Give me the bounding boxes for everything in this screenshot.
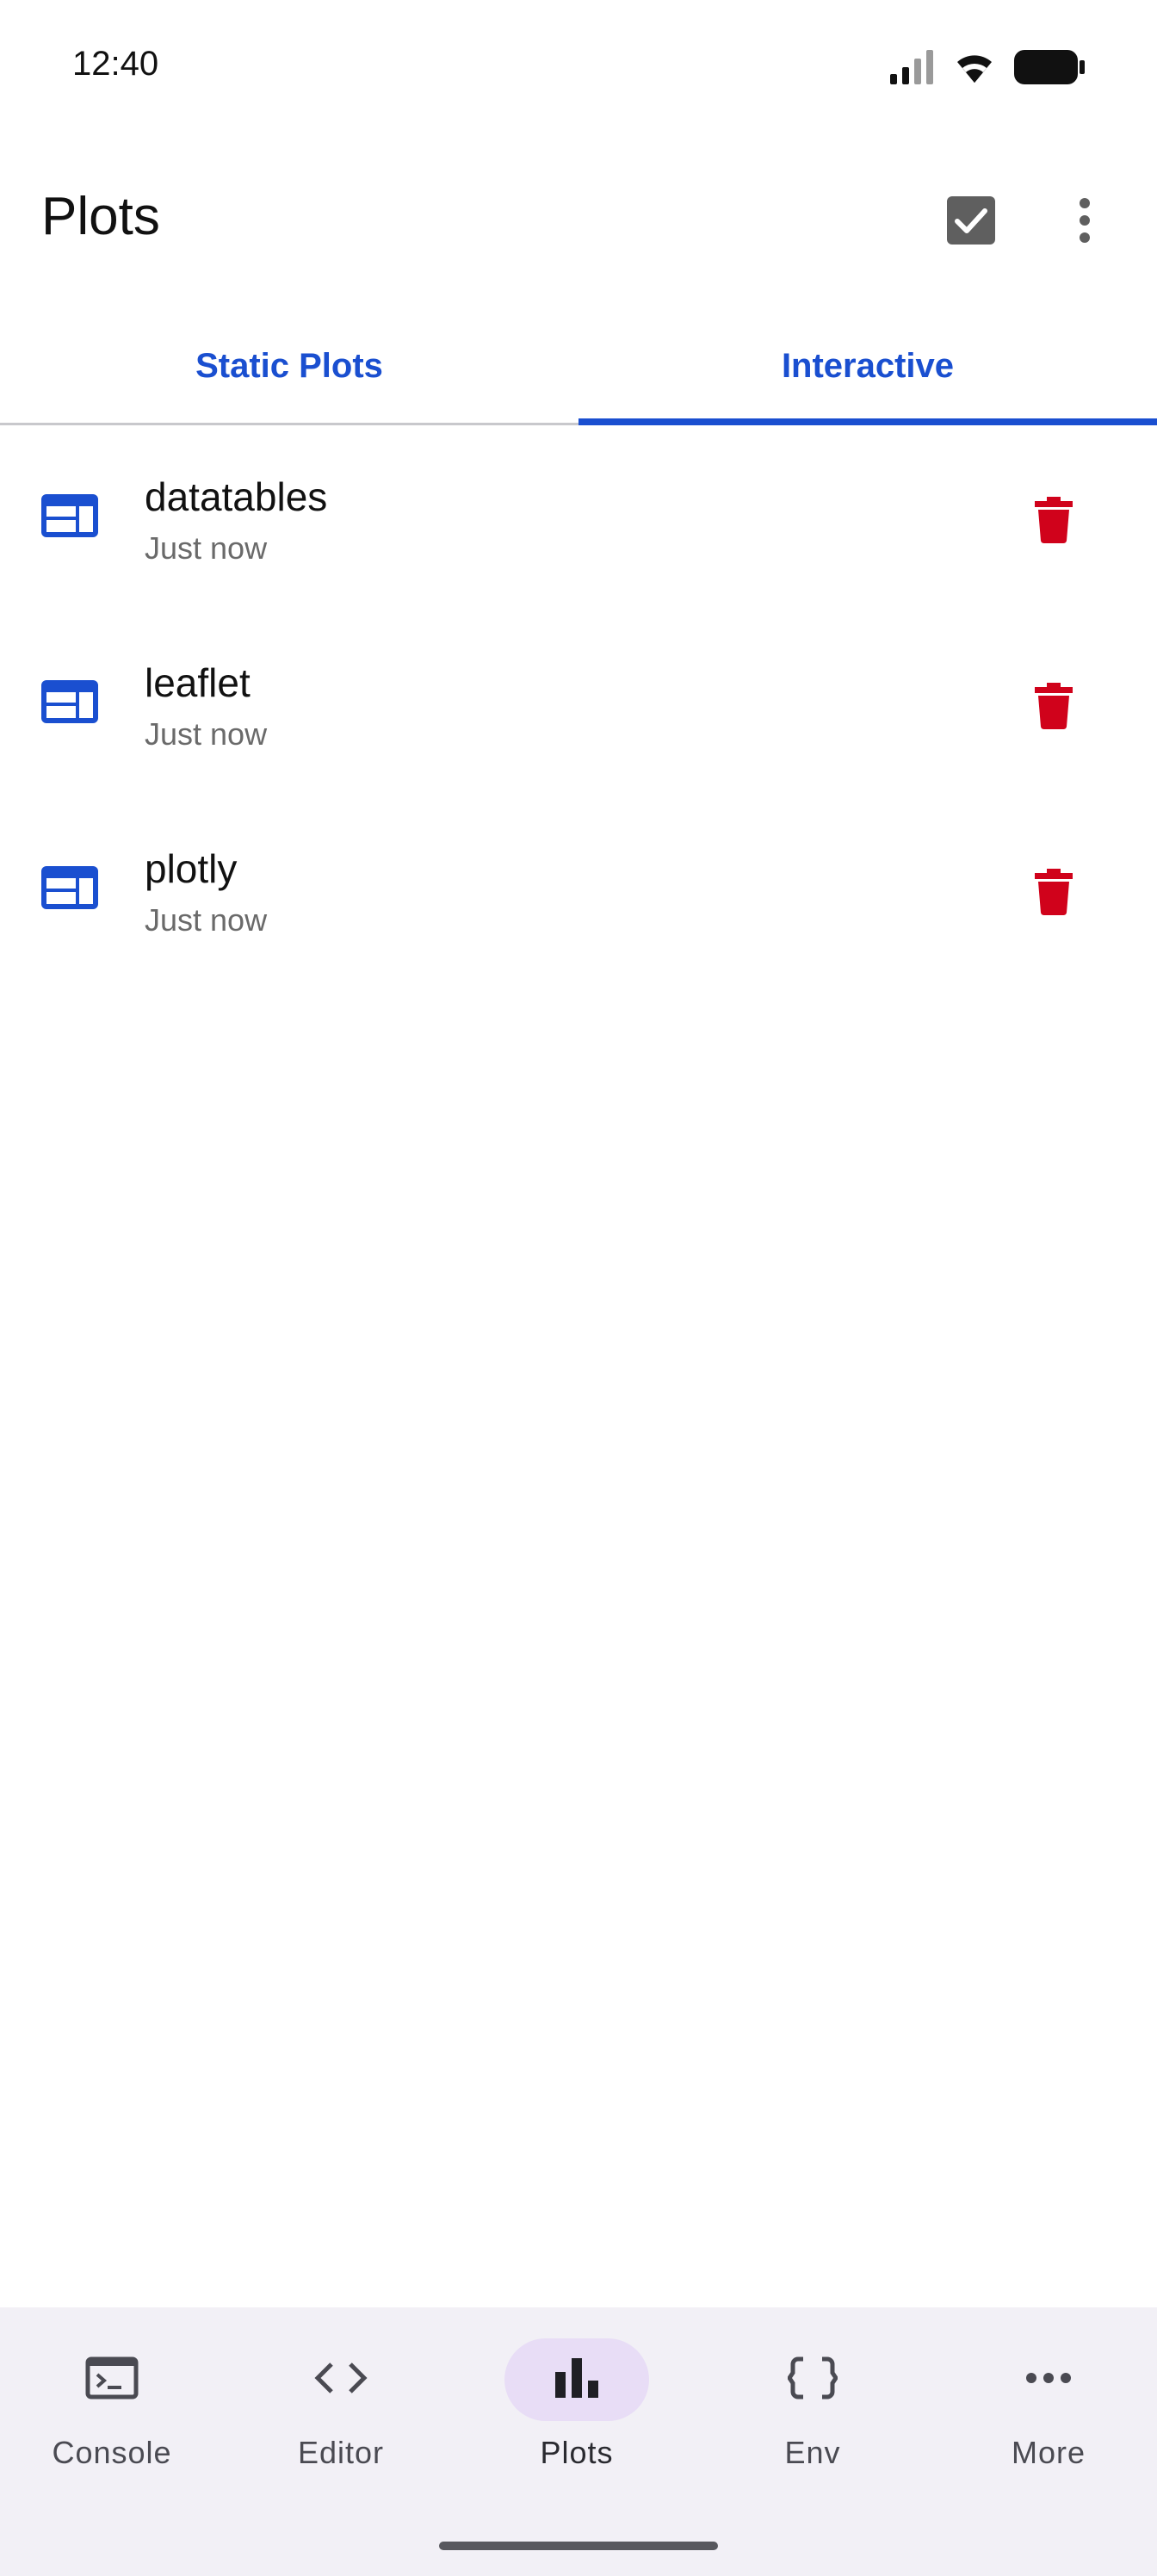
delete-button[interactable] bbox=[1012, 666, 1095, 749]
trash-icon bbox=[1035, 868, 1073, 920]
plot-list: datatables Just now leaflet Just now plo… bbox=[0, 425, 1157, 983]
overflow-menu-button[interactable] bbox=[1043, 181, 1126, 263]
nav-label: Console bbox=[52, 2435, 172, 2470]
nav-label: Editor bbox=[297, 2435, 385, 2470]
signal-icon bbox=[890, 50, 935, 84]
plot-timestamp: Just now bbox=[145, 716, 268, 752]
select-all-button[interactable] bbox=[930, 181, 1012, 263]
more-horiz-icon bbox=[1026, 2372, 1071, 2387]
plot-name: datatables bbox=[145, 474, 328, 519]
checkbox-checked-icon bbox=[947, 195, 995, 249]
nav-item-plots[interactable]: Plots bbox=[465, 2338, 689, 2485]
more-vert-icon bbox=[1078, 197, 1092, 247]
terminal-icon bbox=[85, 2356, 139, 2404]
delete-button[interactable] bbox=[1012, 480, 1095, 563]
bar-chart-icon bbox=[555, 2357, 598, 2402]
nav-item-more[interactable]: More bbox=[937, 2338, 1157, 2485]
app-bar: Plots bbox=[0, 164, 1157, 276]
tab-label: Static Plots bbox=[195, 346, 383, 385]
tab-static-plots[interactable]: Static Plots bbox=[0, 310, 578, 422]
nav-icon-container bbox=[976, 2338, 1121, 2421]
tab-interactive[interactable]: Interactive bbox=[578, 310, 1157, 422]
web-icon bbox=[41, 494, 98, 537]
tab-indicator bbox=[578, 418, 1157, 425]
nav-icon-container bbox=[40, 2338, 184, 2421]
battery-icon bbox=[1014, 50, 1085, 84]
nav-label: Env bbox=[784, 2435, 841, 2470]
status-bar: 12:40 bbox=[0, 0, 1157, 129]
nav-item-env[interactable]: Env bbox=[701, 2338, 925, 2485]
trash-icon bbox=[1035, 496, 1073, 548]
list-item[interactable]: leaflet Just now bbox=[0, 611, 1157, 797]
wifi-icon bbox=[954, 50, 995, 84]
trash-icon bbox=[1035, 682, 1073, 734]
list-item[interactable]: datatables Just now bbox=[0, 425, 1157, 611]
nav-item-console[interactable]: Console bbox=[0, 2338, 224, 2485]
braces-icon bbox=[786, 2356, 839, 2405]
bottom-navigation: Console Editor Plots Env More bbox=[0, 2307, 1157, 2576]
status-icons bbox=[890, 48, 1085, 86]
nav-icon-container bbox=[740, 2338, 885, 2421]
delete-button[interactable] bbox=[1012, 852, 1095, 935]
nav-icon-container bbox=[504, 2338, 649, 2421]
home-indicator[interactable] bbox=[439, 2542, 718, 2550]
nav-icon-container bbox=[269, 2338, 413, 2421]
nav-label: Plots bbox=[540, 2435, 614, 2470]
plot-timestamp: Just now bbox=[145, 530, 268, 566]
tab-label: Interactive bbox=[781, 346, 955, 385]
web-icon bbox=[41, 866, 98, 909]
code-icon bbox=[314, 2361, 368, 2400]
page-title: Plots bbox=[41, 187, 160, 246]
list-item[interactable]: plotly Just now bbox=[0, 797, 1157, 983]
plot-name: leaflet bbox=[145, 660, 251, 705]
plot-name: plotly bbox=[145, 846, 238, 891]
web-icon bbox=[41, 680, 98, 723]
nav-item-editor[interactable]: Editor bbox=[229, 2338, 453, 2485]
tab-bar: Static Plots Interactive bbox=[0, 310, 1157, 425]
plot-timestamp: Just now bbox=[145, 902, 268, 938]
status-time: 12:40 bbox=[72, 45, 159, 83]
nav-label: More bbox=[1011, 2435, 1086, 2470]
